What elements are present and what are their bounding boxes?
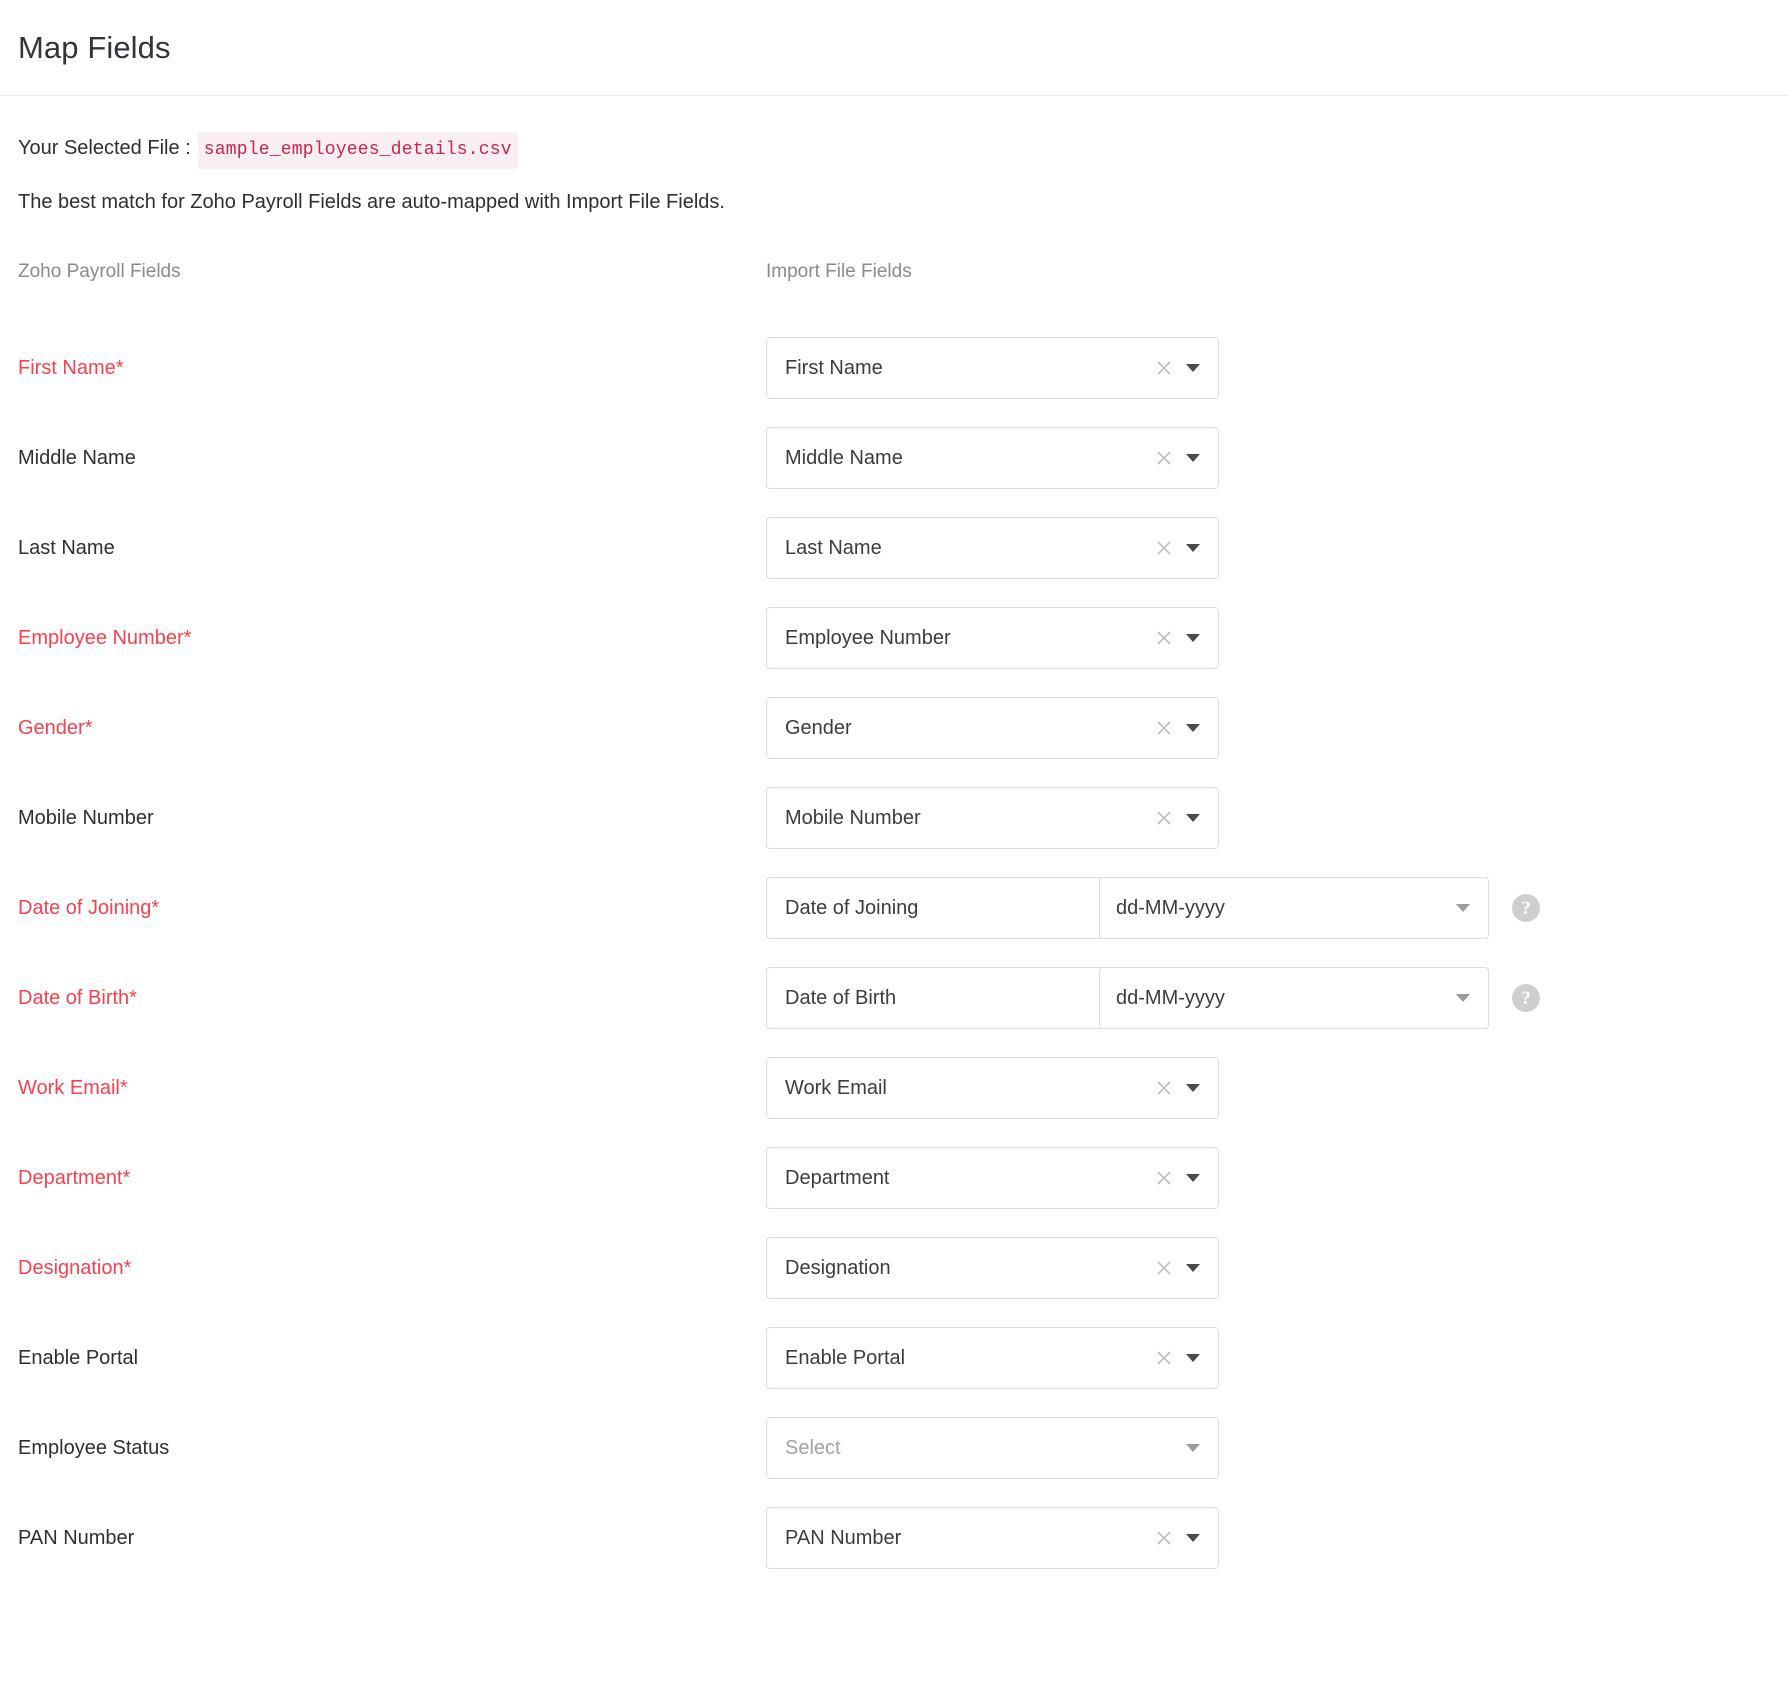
import-field-select-first-name[interactable]: First Name: [766, 337, 1219, 399]
date-format-select-date-of-joining[interactable]: dd-MM-yyyy: [1099, 877, 1489, 939]
date-format-value: dd-MM-yyyy: [1100, 987, 1450, 1010]
chevron-down-icon[interactable]: [1180, 544, 1206, 552]
field-mapping-row: Last Name Last Name: [0, 503, 1788, 593]
clear-selection-icon[interactable]: [1151, 805, 1177, 831]
clear-selection-icon[interactable]: [1151, 715, 1177, 741]
import-field-value: Gender: [767, 717, 1151, 740]
field-label-department: Department*: [18, 1165, 130, 1191]
chevron-down-icon[interactable]: [1450, 994, 1476, 1002]
clear-selection-icon[interactable]: [1151, 625, 1177, 651]
import-field-value: Last Name: [767, 537, 1151, 560]
import-field-value: Date of Birth: [767, 987, 1151, 1010]
date-format-select-date-of-birth[interactable]: dd-MM-yyyy: [1099, 967, 1489, 1029]
field-mapping-row: Designation* Designation: [0, 1223, 1788, 1313]
import-field-value: Mobile Number: [767, 807, 1151, 830]
import-field-value: Designation: [767, 1257, 1151, 1280]
selected-file-label: Your Selected File :: [18, 133, 191, 163]
chevron-down-icon[interactable]: [1180, 1354, 1206, 1362]
field-mapping-row: Employee Status Select: [0, 1403, 1788, 1493]
import-field-value: Enable Portal: [767, 1347, 1151, 1370]
field-mapping-row: Mobile Number Mobile Number: [0, 773, 1788, 863]
field-label-pan-number: PAN Number: [18, 1525, 134, 1551]
field-mapping-row: Work Email* Work Email: [0, 1043, 1788, 1133]
field-mapping-row: Gender* Gender: [0, 683, 1788, 773]
chevron-down-icon[interactable]: [1180, 1264, 1206, 1272]
clear-selection-icon[interactable]: [1151, 535, 1177, 561]
import-field-select-enable-portal[interactable]: Enable Portal: [766, 1327, 1219, 1389]
import-field-value: Date of Joining: [767, 897, 1151, 920]
import-field-value: Department: [767, 1167, 1151, 1190]
chevron-down-icon[interactable]: [1180, 1174, 1206, 1182]
field-mapping-row: PAN Number PAN Number: [0, 1493, 1788, 1583]
field-label-middle-name: Middle Name: [18, 445, 136, 471]
clear-selection-icon[interactable]: [1151, 445, 1177, 471]
field-mapping-row: Date of Joining* Date of Joiningdd-MM-yyy…: [0, 863, 1788, 953]
field-label-work-email: Work Email*: [18, 1075, 128, 1101]
field-mapping-row: Date of Birth* Date of Birthdd-MM-yyyy?: [0, 953, 1788, 1043]
chevron-down-icon[interactable]: [1450, 904, 1476, 912]
date-format-value: dd-MM-yyyy: [1100, 897, 1450, 920]
selected-file-name: sample_employees_details.csv: [198, 132, 518, 169]
chevron-down-icon[interactable]: [1180, 724, 1206, 732]
chevron-down-icon[interactable]: [1180, 454, 1206, 462]
help-icon[interactable]: ?: [1512, 984, 1540, 1012]
import-field-value: Work Email: [767, 1077, 1151, 1100]
chevron-down-icon[interactable]: [1180, 634, 1206, 642]
column-header-zoho-payroll-fields: Zoho Payroll Fields: [18, 261, 181, 283]
field-mapping-list: First Name*First NameMiddle NameMiddle N…: [0, 323, 1788, 1583]
import-field-value: First Name: [767, 357, 1151, 380]
column-headers: Zoho Payroll Fields Import File Fields: [0, 261, 1788, 295]
help-icon[interactable]: ?: [1512, 894, 1540, 922]
column-header-import-file-fields: Import File Fields: [766, 261, 912, 283]
field-label-gender: Gender*: [18, 715, 93, 741]
field-label-date-of-birth: Date of Birth*: [18, 985, 137, 1011]
field-label-last-name: Last Name: [18, 535, 115, 561]
clear-selection-icon[interactable]: [1151, 1525, 1177, 1551]
import-field-select-employee-status[interactable]: Select: [766, 1417, 1219, 1479]
field-label-date-of-joining: Date of Joining*: [18, 895, 159, 921]
field-label-mobile-number: Mobile Number: [18, 805, 154, 831]
import-field-value: Select: [767, 1437, 1180, 1460]
clear-selection-icon[interactable]: [1151, 1255, 1177, 1281]
clear-selection-icon[interactable]: [1151, 1345, 1177, 1371]
import-field-select-last-name[interactable]: Last Name: [766, 517, 1219, 579]
import-field-select-pan-number[interactable]: PAN Number: [766, 1507, 1219, 1569]
field-label-designation: Designation*: [18, 1255, 131, 1281]
chevron-down-icon[interactable]: [1180, 1534, 1206, 1542]
chevron-down-icon[interactable]: [1180, 1444, 1206, 1452]
chevron-down-icon[interactable]: [1180, 1084, 1206, 1092]
import-field-select-work-email[interactable]: Work Email: [766, 1057, 1219, 1119]
field-mapping-row: First Name* First Name: [0, 323, 1788, 413]
field-mapping-row: Employee Number* Employee Number: [0, 593, 1788, 683]
field-label-employee-status: Employee Status: [18, 1435, 169, 1461]
field-mapping-row: Enable Portal Enable Portal: [0, 1313, 1788, 1403]
selected-file-row: Your Selected File : sample_employees_de…: [18, 132, 1788, 169]
import-field-select-designation[interactable]: Designation: [766, 1237, 1219, 1299]
clear-selection-icon[interactable]: [1151, 1165, 1177, 1191]
field-label-employee-number: Employee Number*: [18, 625, 191, 651]
field-label-first-name: First Name*: [18, 355, 124, 381]
import-field-select-mobile-number[interactable]: Mobile Number: [766, 787, 1219, 849]
import-field-select-employee-number[interactable]: Employee Number: [766, 607, 1219, 669]
clear-selection-icon[interactable]: [1151, 1075, 1177, 1101]
import-field-select-department[interactable]: Department: [766, 1147, 1219, 1209]
import-field-value: Middle Name: [767, 447, 1151, 470]
chevron-down-icon[interactable]: [1180, 814, 1206, 822]
import-field-select-middle-name[interactable]: Middle Name: [766, 427, 1219, 489]
page-title: Map Fields: [18, 30, 171, 66]
field-mapping-row: Department* Department: [0, 1133, 1788, 1223]
import-field-value: PAN Number: [767, 1527, 1151, 1550]
import-field-value: Employee Number: [767, 627, 1151, 650]
import-field-select-gender[interactable]: Gender: [766, 697, 1219, 759]
chevron-down-icon[interactable]: [1180, 364, 1206, 372]
intro-description: The best match for Zoho Payroll Fields a…: [18, 187, 1788, 217]
page-header: Map Fields: [0, 0, 1788, 96]
clear-selection-icon[interactable]: [1151, 355, 1177, 381]
field-label-enable-portal: Enable Portal: [18, 1345, 138, 1371]
field-mapping-row: Middle Name Middle Name: [0, 413, 1788, 503]
intro-section: Your Selected File : sample_employees_de…: [0, 96, 1788, 217]
